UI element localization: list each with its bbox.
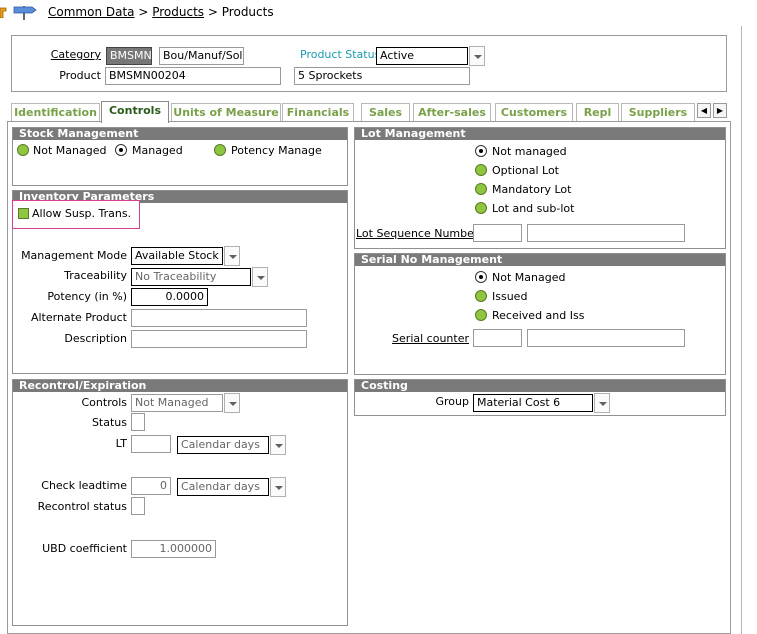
lot-sequence-label[interactable]: Lot Sequence Number	[356, 227, 478, 240]
breadcrumb-current: Products	[221, 5, 274, 19]
serial-not-managed-radio[interactable]	[475, 271, 487, 283]
lot-optional-radio[interactable]	[475, 164, 487, 176]
traceability-select[interactable]: No Traceability	[131, 268, 251, 286]
potency-label: Potency (in %)	[47, 290, 127, 303]
top-bar: Common Data > Products > Products	[0, 0, 740, 26]
alternate-product-label: Alternate Product	[30, 311, 127, 324]
lot-sequence-code-field[interactable]	[473, 224, 522, 242]
ubd-coefficient-field[interactable]: 1.000000	[131, 540, 216, 558]
tab-suppliers[interactable]: Suppliers	[621, 103, 695, 122]
recontrol-controls-label: Controls	[81, 396, 128, 409]
stock-not-managed-radio[interactable]	[17, 144, 29, 156]
lot-mandatory-label: Mandatory Lot	[492, 183, 572, 196]
stock-managed-radio[interactable]	[115, 144, 127, 156]
category-code-field[interactable]: BMSMN	[106, 47, 152, 65]
costing-group-select[interactable]: Material Cost 6	[473, 394, 593, 412]
ubd-coefficient-label: UBD coefficient	[42, 542, 127, 555]
lot-not-managed-radio[interactable]	[475, 145, 487, 157]
lt-unit-select[interactable]: Calendar days	[177, 436, 269, 454]
recontrol-status-2-checkbox[interactable]	[131, 497, 145, 515]
costing-group-dropdown[interactable]	[594, 393, 610, 413]
stock-potency-radio[interactable]	[214, 144, 226, 156]
lot-sublot-label: Lot and sub-lot	[492, 202, 575, 215]
serial-no-management-title: Serial No Management	[355, 254, 725, 266]
product-name-field[interactable]: 5 Sprockets	[294, 67, 470, 85]
management-mode-select[interactable]: Available Stock	[131, 247, 223, 265]
recontrol-controls-select[interactable]: Not Managed	[131, 394, 223, 412]
lot-not-managed-label: Not managed	[492, 145, 567, 158]
tab-sales[interactable]: Sales	[361, 103, 410, 122]
serial-received-radio[interactable]	[475, 309, 487, 321]
serial-issued-label: Issued	[492, 290, 528, 303]
stock-not-managed-label: Not Managed	[33, 144, 107, 157]
lot-sublot-radio[interactable]	[475, 202, 487, 214]
product-code-field[interactable]: BMSMN00204	[105, 67, 281, 85]
check-leadtime-unit-select[interactable]: Calendar days	[177, 478, 269, 496]
category-label[interactable]: Category	[40, 48, 101, 61]
product-status-select[interactable]: Active	[376, 47, 468, 65]
tab-financials[interactable]: Financials	[282, 103, 354, 122]
recontrol-status-2-label: Recontrol status	[37, 500, 127, 513]
description-field	[131, 330, 307, 348]
tab-repl[interactable]: Repl	[576, 103, 619, 122]
tab-units-of-measure[interactable]: Units of Measure	[171, 103, 281, 122]
management-mode-dropdown[interactable]	[224, 246, 240, 266]
check-leadtime-unit-dropdown[interactable]	[270, 477, 286, 497]
serial-not-managed-label: Not Managed	[492, 271, 566, 284]
product-label: Product	[59, 69, 101, 82]
lot-mandatory-radio[interactable]	[475, 183, 487, 195]
lot-management-title: Lot Management	[355, 128, 725, 140]
allow-susp-label: Allow Susp. Trans.	[32, 207, 132, 220]
stock-management-title: Stock Management	[13, 128, 347, 140]
alternate-product-field[interactable]	[131, 309, 307, 327]
management-mode-label: Management Mode	[21, 249, 127, 262]
serial-counter-code-field[interactable]	[473, 329, 522, 347]
category-name-field: Bou/Manuf/Sol	[159, 47, 244, 65]
tab-identification[interactable]: Identification	[11, 103, 100, 122]
traceability-label: Traceability	[64, 269, 127, 282]
tab-scroll-left-button[interactable]: ◀	[697, 103, 711, 118]
lt-field[interactable]	[131, 435, 171, 453]
serial-counter-name-field	[527, 329, 685, 347]
lt-unit-dropdown[interactable]	[270, 435, 286, 455]
costing-title: Costing	[355, 380, 725, 392]
tab-after-sales[interactable]: After-sales	[413, 103, 491, 122]
recontrol-status-checkbox[interactable]	[131, 413, 145, 431]
signpost-icon[interactable]	[12, 4, 38, 20]
serial-issued-radio[interactable]	[475, 290, 487, 302]
serial-received-label: Received and Iss	[492, 309, 585, 322]
wrench-icon[interactable]	[0, 6, 8, 19]
description-label: Description	[64, 332, 127, 345]
check-leadtime-field[interactable]: 0	[131, 477, 171, 495]
recontrol-controls-dropdown[interactable]	[224, 393, 240, 413]
breadcrumb: Common Data > Products > Products	[48, 5, 274, 19]
breadcrumb-products[interactable]: Products	[152, 5, 204, 19]
costing-group-label: Group	[435, 395, 470, 408]
lot-sequence-name-field	[527, 224, 685, 242]
tab-controls[interactable]: Controls	[101, 101, 169, 123]
potency-field[interactable]: 0.0000	[131, 288, 208, 306]
product-status-label: Product Status	[300, 48, 381, 61]
traceability-dropdown[interactable]	[252, 267, 268, 287]
check-leadtime-label: Check leadtime	[41, 479, 127, 492]
product-status-dropdown[interactable]	[469, 46, 485, 66]
tab-scroll-right-button[interactable]: ▶	[713, 103, 727, 118]
lt-label: LT	[115, 437, 127, 450]
breadcrumb-common-data[interactable]: Common Data	[48, 5, 135, 19]
serial-counter-label[interactable]: Serial counter	[356, 332, 469, 345]
tab-customers[interactable]: Customers	[495, 103, 573, 122]
recontrol-status-label: Status	[91, 416, 127, 429]
lot-optional-label: Optional Lot	[492, 164, 559, 177]
stock-managed-label: Managed	[132, 144, 183, 157]
tab-bar: Identification Controls Units of Measure…	[11, 101, 695, 123]
stock-potency-label: Potency Manage	[231, 144, 322, 157]
recontrol-expiration-title: Recontrol/Expiration	[13, 380, 347, 392]
allow-susp-checkbox[interactable]	[18, 208, 29, 219]
